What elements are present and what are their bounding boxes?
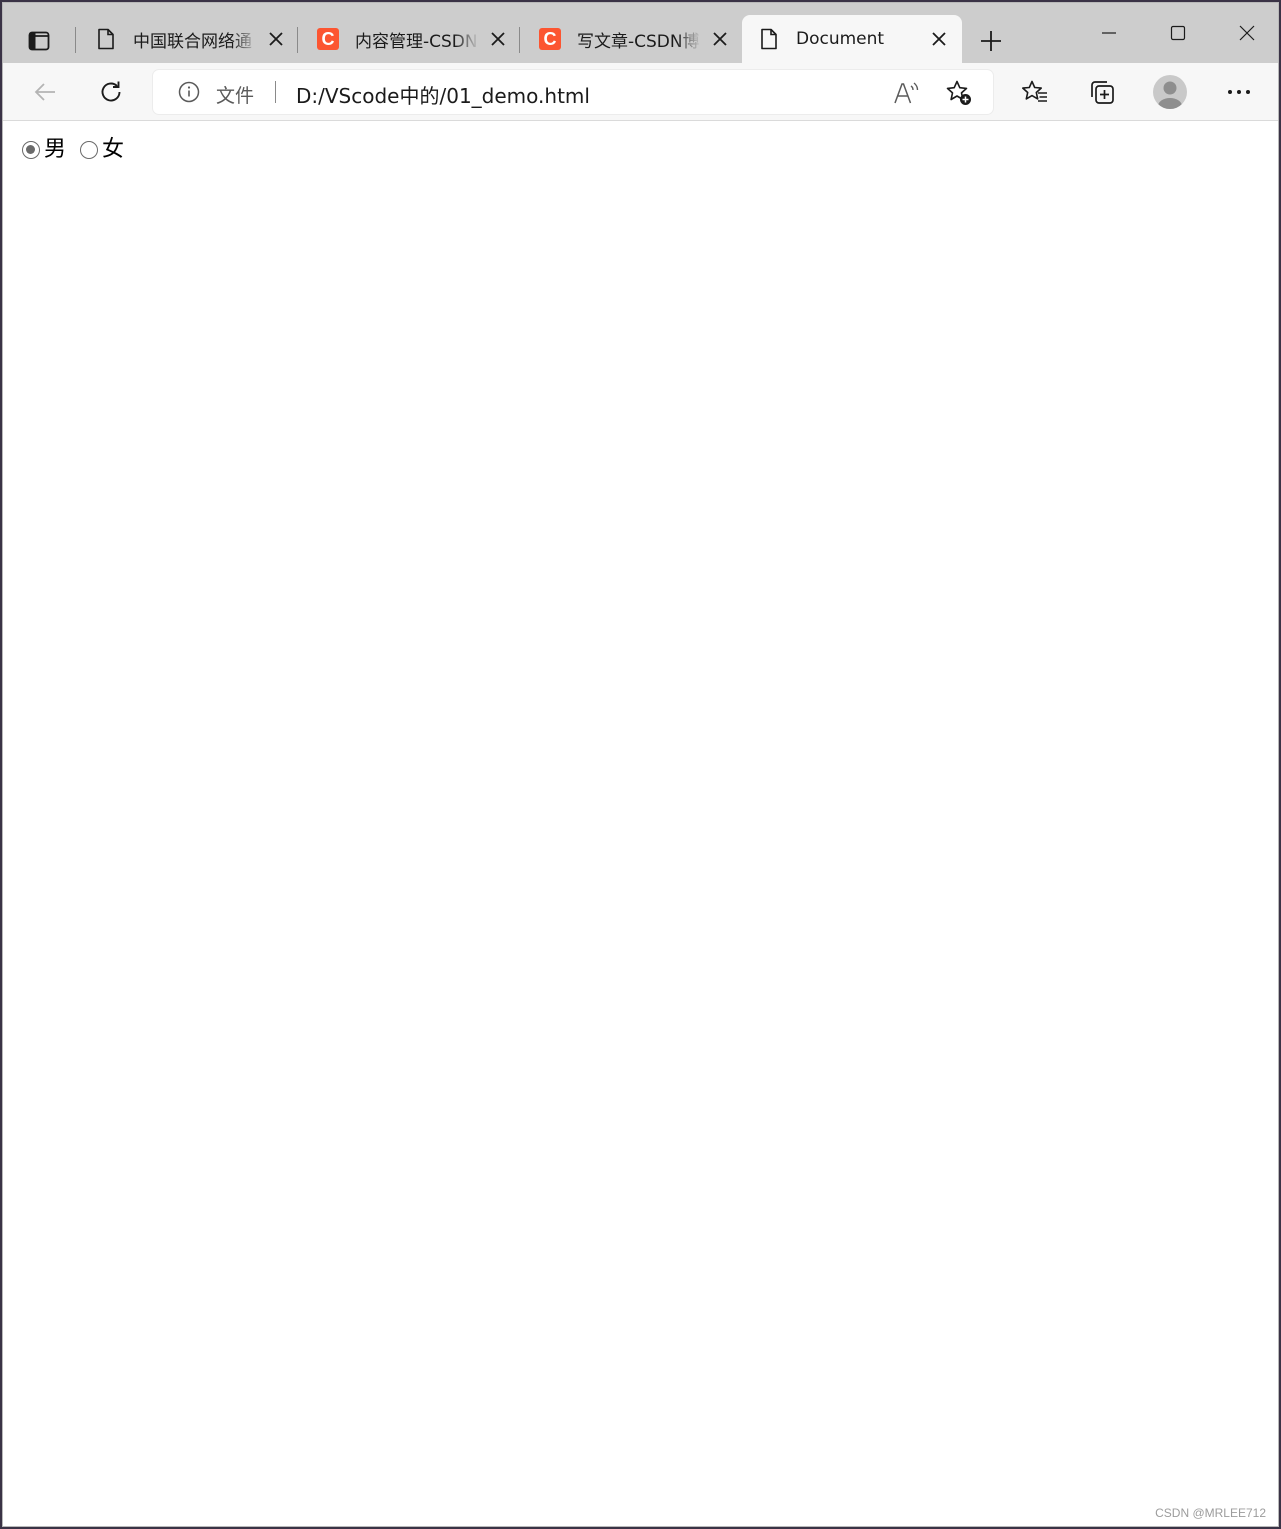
document-icon — [758, 28, 780, 50]
site-info-label[interactable]: 文件 — [216, 81, 254, 108]
browser-toolbar: 文件 D:/VScode中的/01_demo.html — [3, 63, 1278, 121]
radio-option-male[interactable]: 男 — [22, 136, 66, 164]
settings-more-button[interactable] — [1219, 72, 1259, 112]
page-content: 男 女 — [3, 122, 1278, 1526]
tab-title: 中国联合网络通 — [133, 31, 252, 52]
gender-radio-group: 男 女 — [22, 136, 138, 164]
radio-female[interactable] — [80, 141, 99, 159]
collections-icon — [1091, 81, 1114, 104]
close-icon — [1239, 25, 1255, 41]
favorites-button[interactable] — [1015, 72, 1055, 112]
address-divider — [275, 81, 276, 103]
profile-button[interactable] — [1150, 72, 1190, 112]
minimize-button[interactable] — [1086, 15, 1132, 51]
close-icon[interactable] — [926, 26, 952, 52]
tab-csdn-content[interactable]: C 内容管理-CSDN — [301, 15, 521, 63]
refresh-button[interactable] — [91, 72, 131, 112]
back-arrow-icon — [34, 83, 55, 101]
avatar — [1153, 75, 1187, 109]
radio-male-label: 男 — [44, 137, 67, 162]
tab-csdn-write[interactable]: C 写文章-CSDN博 — [523, 15, 743, 63]
tab-actions-button[interactable] — [21, 23, 57, 59]
tab-china-unicom[interactable]: 中国联合网络通 — [79, 15, 299, 63]
minimize-icon — [1102, 32, 1116, 34]
radio-male[interactable] — [22, 141, 40, 159]
browser-window: 中国联合网络通 C 内容管理-CSDN C 写文章-CSDN博 Document… — [2, 2, 1279, 1527]
csdn-logo: C — [317, 28, 339, 50]
plus-icon — [981, 31, 1001, 51]
tab-title: 写文章-CSDN博 — [577, 31, 700, 52]
tab-actions-icon — [28, 31, 50, 51]
close-icon[interactable] — [707, 26, 733, 52]
collections-button[interactable] — [1082, 72, 1122, 112]
refresh-icon — [101, 81, 121, 102]
tab-separator — [75, 27, 76, 53]
tab-title: 内容管理-CSDN — [355, 31, 478, 52]
more-icon — [1228, 90, 1250, 94]
tab-title: Document — [796, 29, 885, 49]
tab-separator — [297, 27, 298, 53]
watermark: CSDN @MRLEE712 — [1155, 1506, 1266, 1520]
favorites-icon — [1022, 80, 1047, 102]
document-icon — [95, 28, 117, 50]
new-tab-button[interactable] — [973, 23, 1009, 59]
read-aloud-icon[interactable] — [891, 78, 921, 108]
radio-option-female[interactable]: 女 — [80, 136, 124, 164]
tab-strip: 中国联合网络通 C 内容管理-CSDN C 写文章-CSDN博 Document — [3, 3, 1278, 63]
csdn-logo: C — [539, 28, 561, 50]
back-button[interactable] — [25, 72, 65, 112]
add-favorite-icon[interactable] — [944, 78, 974, 108]
close-icon[interactable] — [485, 26, 511, 52]
tab-separator — [519, 27, 520, 53]
maximize-icon — [1170, 25, 1186, 41]
tab-document[interactable]: Document — [742, 15, 962, 63]
address-url[interactable]: D:/VScode中的/01_demo.html — [296, 80, 590, 109]
close-window-button[interactable] — [1224, 15, 1270, 51]
info-icon[interactable] — [177, 80, 201, 104]
close-icon[interactable] — [263, 26, 289, 52]
radio-female-label: 女 — [102, 137, 125, 162]
address-bar[interactable]: 文件 D:/VScode中的/01_demo.html — [153, 70, 993, 114]
maximize-button[interactable] — [1155, 15, 1201, 51]
